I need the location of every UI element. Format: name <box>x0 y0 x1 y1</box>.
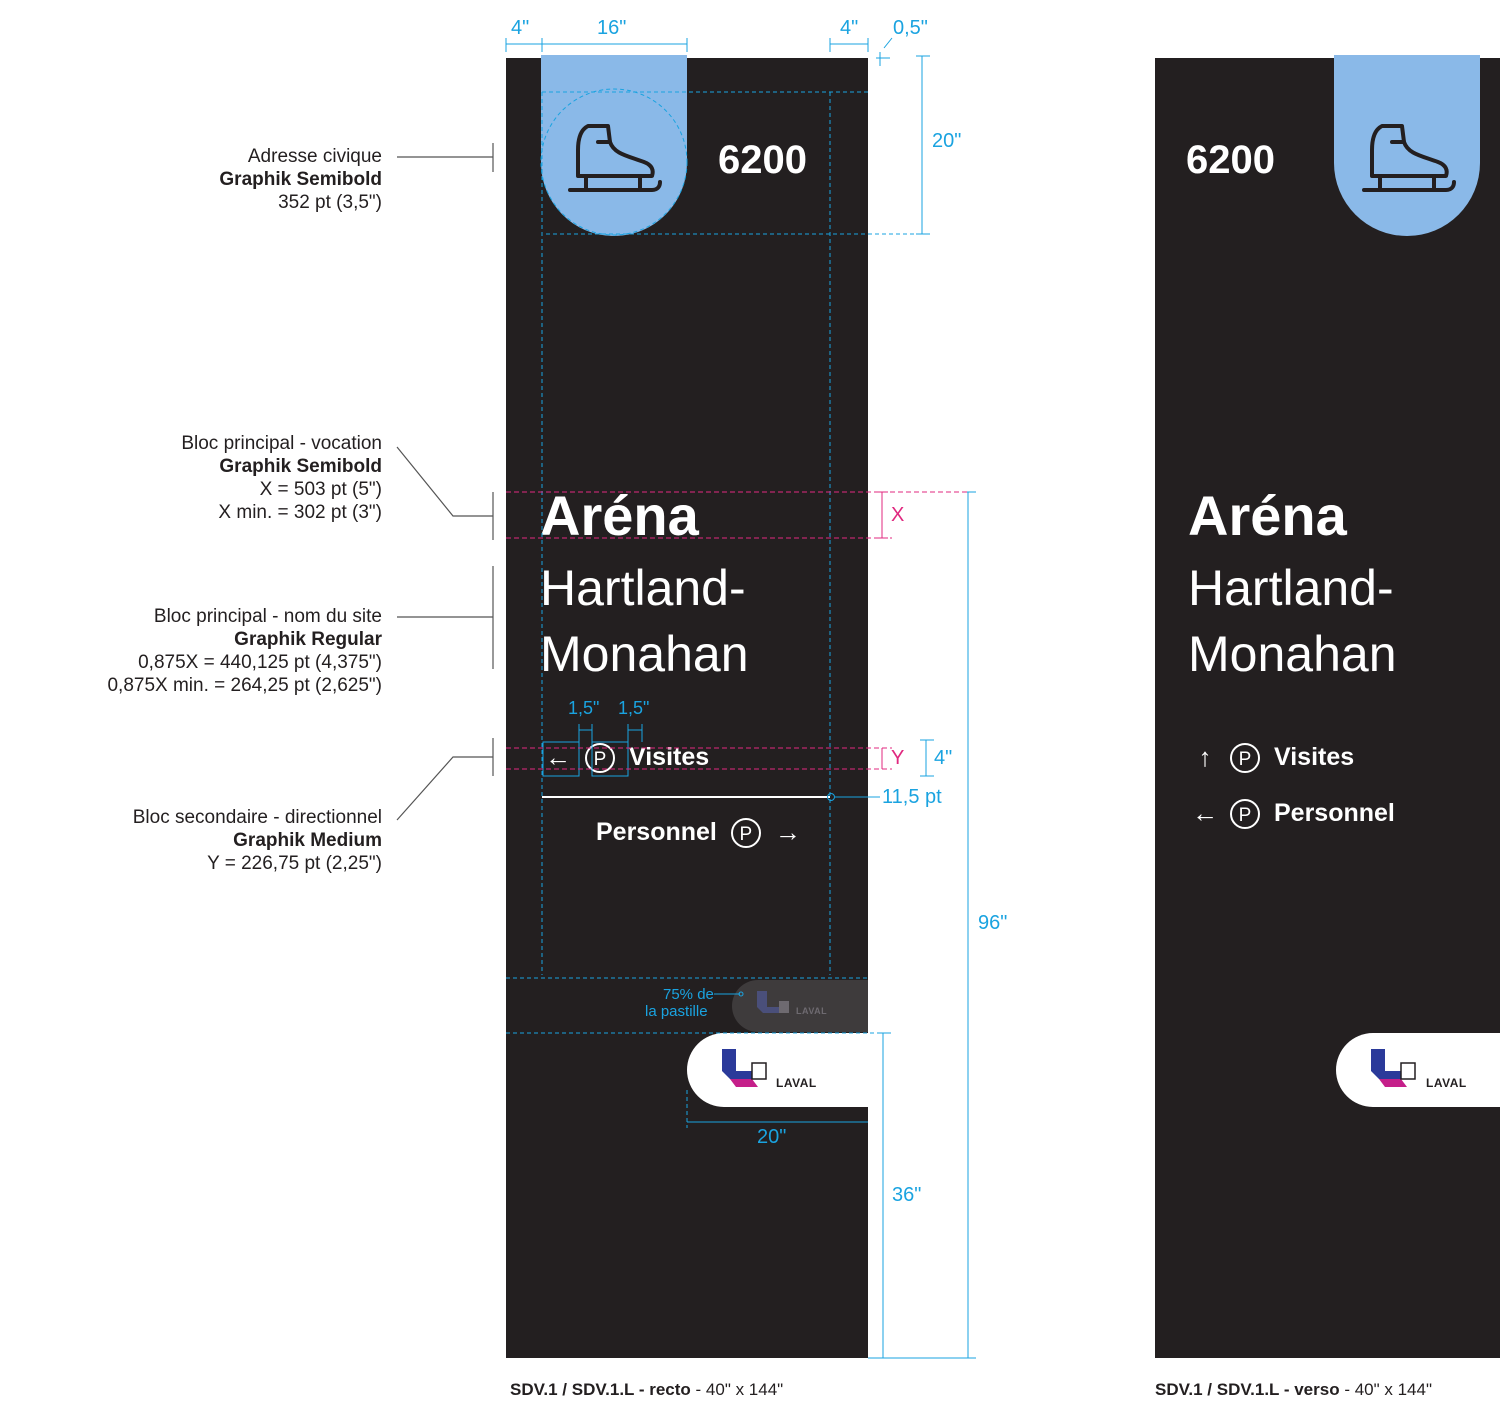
dim-gap-b: 1,5" <box>618 698 650 718</box>
verso-address: 6200 <box>1186 138 1275 182</box>
ice-skate-icon <box>1362 124 1456 192</box>
caption-size: - 40" x 144" <box>1339 1380 1432 1399</box>
dim-top-tab-width: 16" <box>597 17 627 39</box>
caption-bold: SDV.1 / SDV.1.L - verso <box>1155 1380 1340 1399</box>
direction-label: Personnel <box>1274 799 1395 827</box>
caption-size: - 40" x 144" <box>690 1380 784 1399</box>
verso-panel <box>1155 58 1500 1358</box>
dim-y: Y <box>891 747 905 769</box>
dim-gap-a: 1,5" <box>568 698 600 718</box>
dim-pill-note-1: 75% de <box>663 986 714 1003</box>
dim-base-height: 36" <box>892 1184 922 1206</box>
dim-total-height: 96" <box>978 912 1008 934</box>
verso-name-line2: Monahan <box>1188 626 1397 682</box>
dim-pill-note-2: la pastille <box>645 1003 708 1020</box>
dim-top-margin-left: 4" <box>511 17 530 39</box>
parking-icon: P <box>1230 742 1260 773</box>
caption-bold: SDV.1 / SDV.1.L - recto <box>510 1380 691 1399</box>
dim-tab-height: 20" <box>932 130 962 152</box>
verso-direction-visites: ↑ P Visites <box>1192 742 1354 773</box>
verso-vocation: Aréna <box>1188 484 1347 547</box>
dim-x: X <box>891 504 905 526</box>
caption-verso: SDV.1 / SDV.1.L - verso - 40" x 144" <box>1155 1380 1432 1400</box>
arrow-left-icon: ← <box>1192 798 1218 828</box>
dim-rule-weight: 11,5 pt <box>882 786 942 808</box>
caption-recto: SDV.1 / SDV.1.L - recto - 40" x 144" <box>510 1380 783 1400</box>
verso-direction-personnel: ← P Personnel <box>1192 798 1395 829</box>
direction-label: Visites <box>1274 743 1355 771</box>
laval-logo-icon <box>1371 1049 1416 1087</box>
arrow-up-icon: ↑ <box>1198 742 1212 772</box>
verso-name-line1: Hartland- <box>1188 560 1394 616</box>
dim-top-offset: 0,5" <box>893 17 928 39</box>
parking-icon: P <box>1230 798 1260 829</box>
verso-logo-text: LAVAL <box>1426 1076 1467 1090</box>
dim-dir-height: 4" <box>934 747 953 769</box>
dim-top-margin-right: 4" <box>840 17 859 39</box>
dim-pill-width: 20" <box>757 1126 787 1148</box>
